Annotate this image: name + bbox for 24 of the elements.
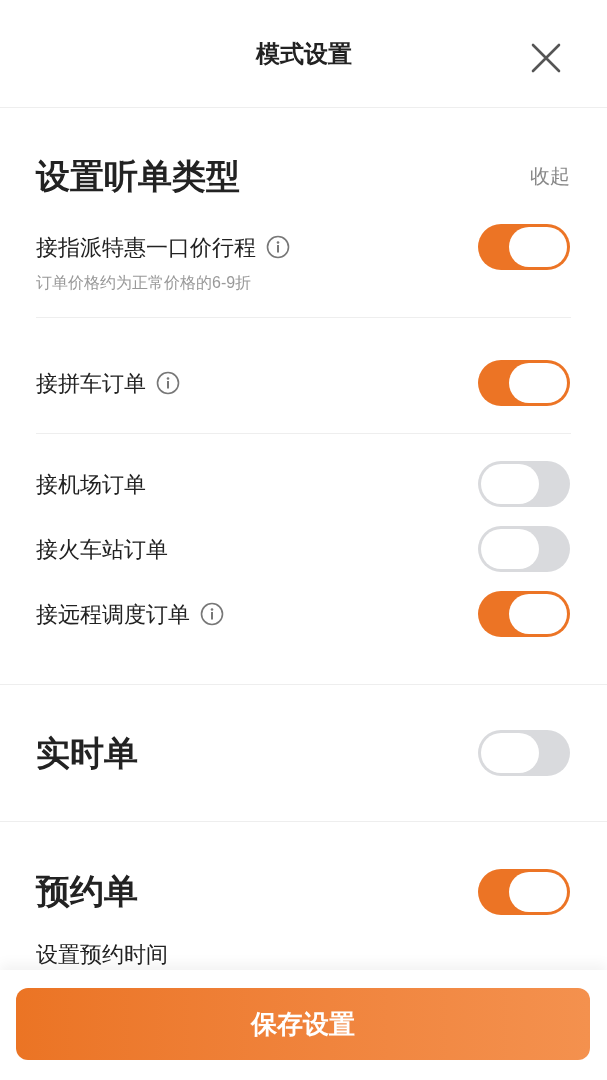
- toggle-switch[interactable]: [478, 224, 570, 270]
- close-icon[interactable]: [531, 43, 561, 73]
- toggle-switch[interactable]: [478, 591, 570, 637]
- option-label: 接拼车订单: [36, 369, 146, 398]
- option-label[interactable]: 设置预约时间: [36, 943, 570, 967]
- page-title: 模式设置: [255, 38, 352, 69]
- info-icon[interactable]: [156, 371, 180, 395]
- info-icon[interactable]: [200, 602, 224, 626]
- collapse-link[interactable]: 收起: [530, 156, 570, 196]
- option-note: 订单价格约为正常价格的6-9折: [36, 273, 253, 293]
- option-label: 接火车站订单: [36, 535, 168, 564]
- toggle-switch[interactable]: [478, 360, 570, 406]
- option-label: 接远程调度订单: [36, 600, 190, 629]
- option-label: 接指派特惠一口价行程: [36, 233, 256, 262]
- section-title: 预约单: [36, 871, 138, 912]
- section-title: 实时单: [36, 732, 138, 774]
- toggle-switch[interactable]: [478, 461, 570, 507]
- toggle-switch[interactable]: [478, 868, 570, 915]
- info-icon[interactable]: [266, 235, 290, 259]
- save-button[interactable]: 保存设置: [16, 988, 590, 1060]
- option-label: 接机场订单: [36, 470, 146, 499]
- toggle-switch[interactable]: [478, 730, 570, 776]
- toggle-switch[interactable]: [478, 526, 570, 572]
- section-title: 设置听单类型: [36, 156, 240, 196]
